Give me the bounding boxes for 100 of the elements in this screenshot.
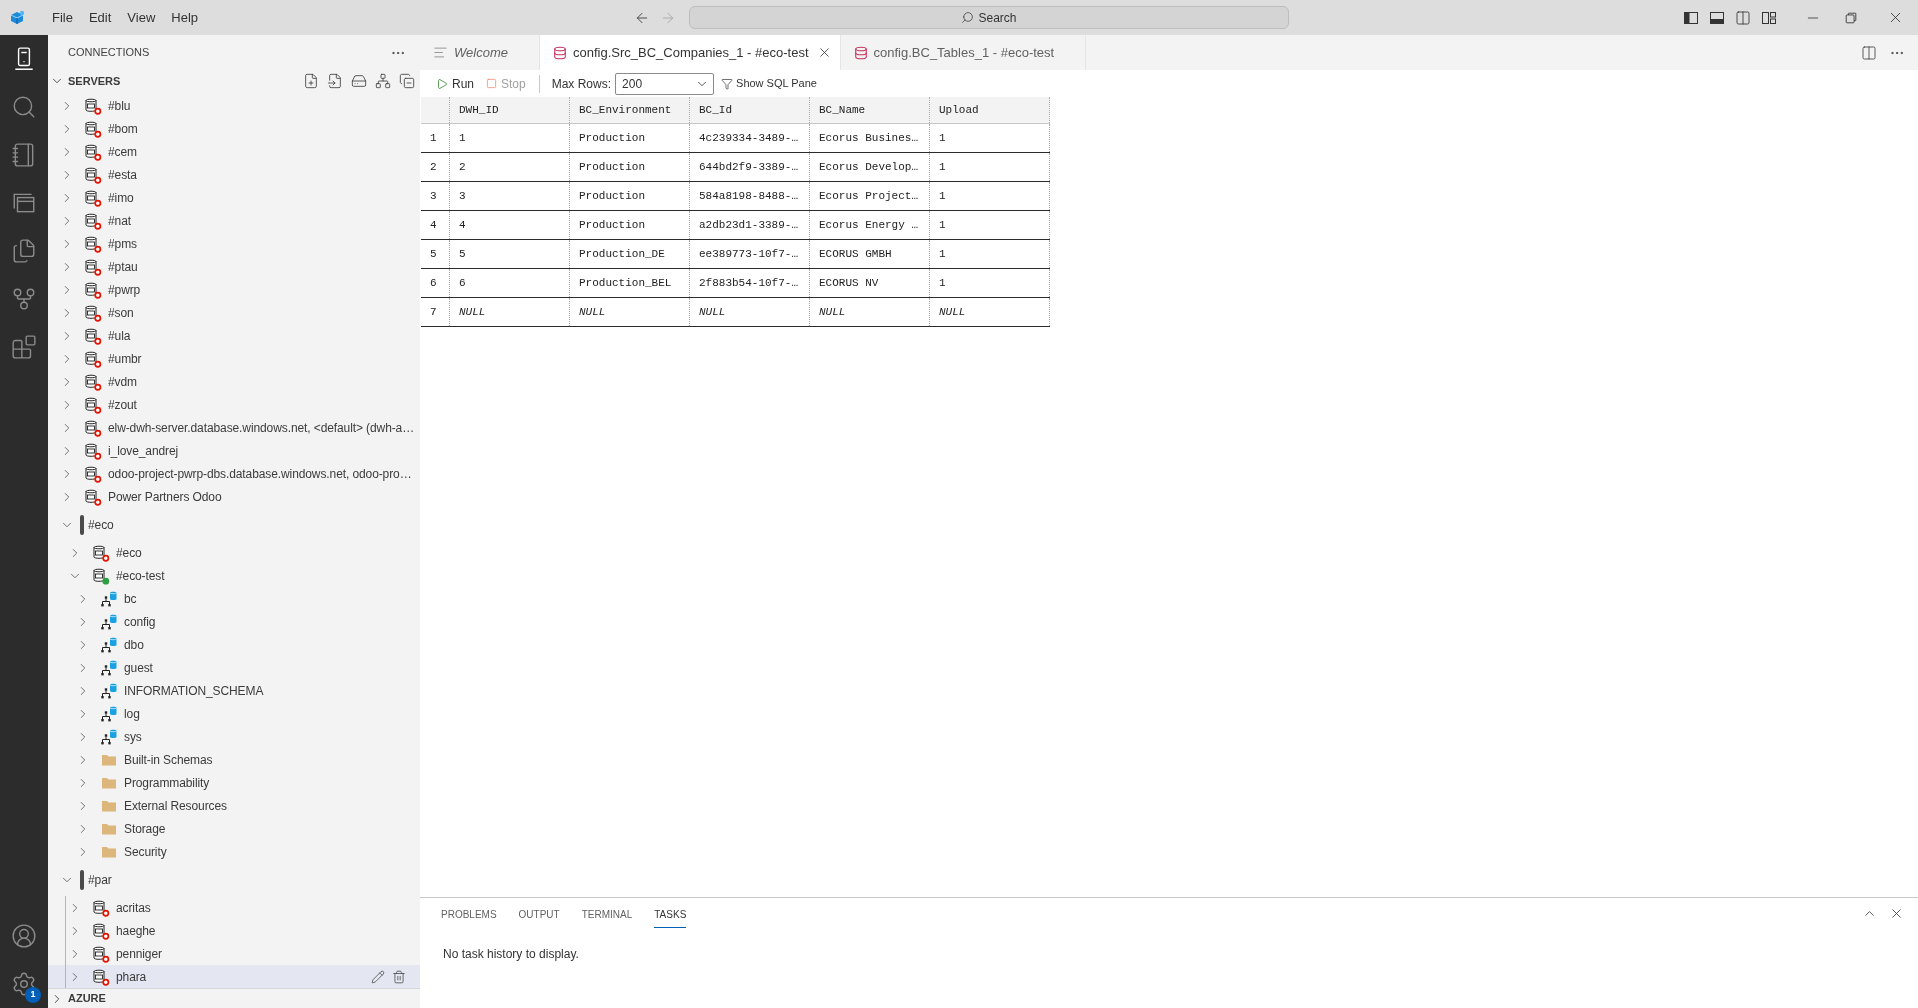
tree-item[interactable]: #son [48,301,420,324]
panel-tab[interactable]: OUTPUT [518,902,560,928]
tree-item[interactable]: #bom [48,117,420,140]
table-cell-text: 2f883b54-10f7-… [698,275,799,291]
tree-item[interactable]: #umbr [48,347,420,370]
files-icon[interactable] [11,238,37,264]
row-number: 2 [429,159,437,175]
tree-item[interactable]: i_love_andrej [48,439,420,462]
server-group[interactable]: #par [48,863,420,896]
split-editor-icon[interactable] [1861,44,1877,61]
file-plus-icon[interactable] [303,73,319,89]
trash-icon[interactable] [392,969,406,984]
tree-item[interactable]: #cem [48,140,420,163]
toggle-sidebar-icon[interactable] [1683,9,1699,26]
collapse-all-icon[interactable] [399,73,415,89]
tree-item[interactable]: haeghe [48,919,420,942]
panel-tab[interactable]: PROBLEMS [441,902,497,928]
tree-item[interactable]: guest [48,656,420,679]
layout-icon[interactable] [1761,9,1777,26]
panel-tab[interactable]: TERMINAL [581,902,633,928]
blocks-icon[interactable] [11,334,37,360]
search-box[interactable]: Search [689,6,1289,29]
tree-item[interactable]: elw-dwh-server.database.windows.net, <default> (dwh-a… [48,416,420,439]
table-cell-text: Ecorus Energy … [818,217,919,233]
max-rows-label: Max Rows: [551,75,612,93]
funnel-icon [721,77,734,90]
schema-icon [100,704,118,723]
table-cell-text: 1 [938,275,946,291]
drive-icon[interactable] [351,73,367,89]
row-number: 3 [429,188,437,204]
column-header[interactable]: BC_Id [690,101,732,119]
stop-icon [486,78,497,89]
table-cell-text: ECORUS GMBH [818,246,892,262]
run-button[interactable]: Run [436,74,474,93]
tree-item[interactable]: #eco [48,541,420,564]
file-arrow-icon[interactable] [327,73,343,89]
table-cell-text: Ecorus Busines… [818,130,919,146]
section-header[interactable]: SERVERS [48,70,127,92]
tree-item[interactable]: dbo [48,633,420,656]
section-header[interactable]: AZURE [48,989,112,1008]
tree-item[interactable]: Storage [48,817,420,840]
tree-item[interactable]: Built-in Schemas [48,748,420,771]
tree-item[interactable]: #ptau [48,255,420,278]
tree-item[interactable]: External Resources [48,794,420,817]
table-cell-text: Production [578,130,645,146]
menu-item[interactable]: File [44,5,81,30]
tree-item[interactable]: log [48,702,420,725]
pencil-icon[interactable] [371,969,385,984]
restore-icon[interactable] [1844,10,1858,25]
max-rows-select[interactable]: 200 [615,72,715,95]
tree-item[interactable]: #imo [48,186,420,209]
column-header[interactable]: DWH_ID [450,101,499,119]
account-icon[interactable] [11,923,37,949]
menu-item[interactable]: Edit [80,5,120,30]
schema-icon [100,635,118,654]
toggle-panel-icon[interactable] [1709,9,1725,26]
split-columns-icon[interactable] [1735,9,1751,26]
tree-item[interactable]: #zout [48,393,420,416]
group-marker-icon [80,869,84,890]
tree-item[interactable]: config [48,610,420,633]
menu-item[interactable]: View [119,5,164,30]
network-icon[interactable] [375,73,391,89]
table-cell-text: NULL [698,304,726,320]
server-group[interactable]: #eco [48,508,420,541]
schema-icon [100,727,118,746]
tree-item[interactable]: #eco-test [48,564,420,587]
column-header[interactable]: BC_Name [810,101,866,119]
tree-item[interactable]: #vdm [48,370,420,393]
tree-item[interactable]: bc [48,587,420,610]
column-header[interactable]: BC_Environment [570,101,672,119]
tree-item[interactable]: phara [48,965,420,988]
branch-icon[interactable] [11,286,37,312]
tree-item[interactable]: Security [48,840,420,863]
tree-item[interactable]: #pms [48,232,420,255]
row-number: 6 [429,275,437,291]
tree-item[interactable]: Power Partners Odoo [48,485,420,508]
menu-item[interactable]: Help [163,5,207,30]
table-cell-text: Production [578,159,645,175]
panel-tab[interactable]: TASKS [654,902,687,928]
editor-tab[interactable]: config.Src_BC_Companies_1 - #eco-test [539,35,841,70]
search-icon[interactable] [11,94,37,120]
show-sql-pane-button[interactable]: Show SQL Pane [721,75,817,92]
table-cell-text: NULL [938,304,966,320]
table-cell-text: 5 [458,246,466,262]
tree-item[interactable]: #blu [48,94,420,117]
app-logo-icon [8,8,26,27]
tree-item[interactable]: Programmability [48,771,420,794]
column-header[interactable]: Upload [930,101,979,119]
table-cell-text: 1 [938,159,946,175]
settings-icon[interactable] [11,971,37,997]
tree-item[interactable]: INFORMATION_SCHEMA [48,679,420,702]
tree-item[interactable]: #esta [48,163,420,186]
tree-item[interactable]: penniger [48,942,420,965]
tree-item[interactable]: sys [48,725,420,748]
tree-item[interactable]: odoo-project-pwrp-dbs.database.windows.net, odoo-pro… [48,462,420,485]
tree-item[interactable]: #nat [48,209,420,232]
tree-item[interactable]: #pwrp [48,278,420,301]
tree-item[interactable]: acritas [48,896,420,919]
table-cell-text: 6 [458,275,466,291]
tree-item[interactable]: #ula [48,324,420,347]
